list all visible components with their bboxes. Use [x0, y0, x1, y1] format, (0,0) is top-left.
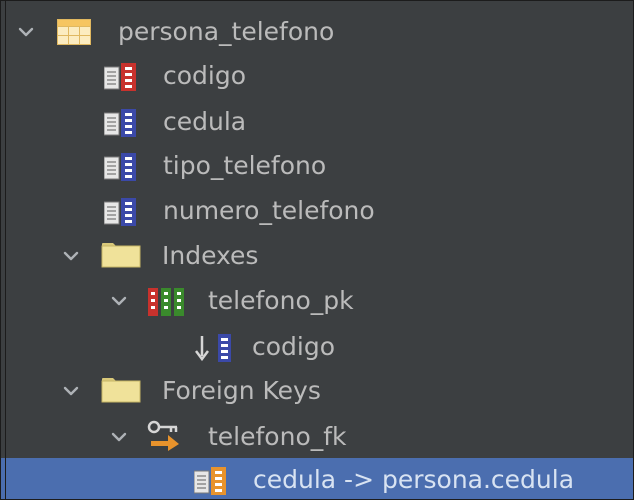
panel-divider	[5, 1, 6, 499]
foreign-key-icon	[147, 420, 179, 451]
chevron-down-icon[interactable]	[18, 24, 34, 40]
tree-node-index-column-codigo[interactable]: codigo	[1, 325, 633, 369]
tree-node-column-tipo-telefono[interactable]: tipo_telefono	[1, 144, 633, 188]
chevron-down-icon[interactable]	[111, 293, 127, 309]
tree-node-foreign-keys-folder[interactable]: Foreign Keys	[1, 369, 633, 413]
fk-reference-label: cedula -> persona.cedula	[253, 465, 575, 494]
foreign-key-name-label: telefono_fk	[208, 422, 347, 451]
foreign-keys-folder-label: Foreign Keys	[162, 376, 321, 405]
chevron-down-icon[interactable]	[63, 248, 79, 264]
table-icon	[57, 19, 91, 45]
index-name-label: telefono_pk	[208, 286, 354, 315]
tree-node-index-telefono-pk[interactable]: telefono_pk	[1, 279, 633, 323]
chevron-down-icon[interactable]	[63, 383, 79, 399]
fk-column-icon	[194, 467, 226, 495]
tree-node-indexes-folder[interactable]: Indexes	[1, 234, 633, 278]
column-icon	[104, 153, 136, 181]
index-column-label: codigo	[252, 332, 336, 361]
folder-icon	[101, 243, 141, 268]
tree-node-table[interactable]: persona_telefono	[1, 10, 633, 54]
tree-node-foreign-key-telefono-fk[interactable]: telefono_fk	[1, 415, 633, 459]
tree-node-column-cedula[interactable]: cedula	[1, 100, 633, 144]
chevron-down-icon[interactable]	[111, 429, 127, 445]
index-column-icon	[195, 334, 231, 362]
unique-index-icon	[148, 288, 184, 316]
column-label: numero_telefono	[163, 196, 375, 225]
database-tree-panel: persona_telefono codigo cedula tipo_tele…	[0, 0, 634, 500]
column-label: codigo	[163, 61, 247, 90]
folder-icon	[101, 378, 141, 403]
tree-node-fk-reference-cedula[interactable]: cedula -> persona.cedula	[1, 458, 633, 499]
indexes-folder-label: Indexes	[162, 241, 259, 270]
column-label: cedula	[163, 107, 247, 136]
column-icon	[104, 198, 136, 226]
table-name-label: persona_telefono	[118, 17, 335, 46]
primary-key-column-icon	[104, 63, 136, 91]
column-label: tipo_telefono	[163, 151, 327, 180]
tree-node-column-codigo[interactable]: codigo	[1, 54, 633, 98]
column-icon	[104, 109, 136, 137]
tree-node-column-numero-telefono[interactable]: numero_telefono	[1, 189, 633, 233]
